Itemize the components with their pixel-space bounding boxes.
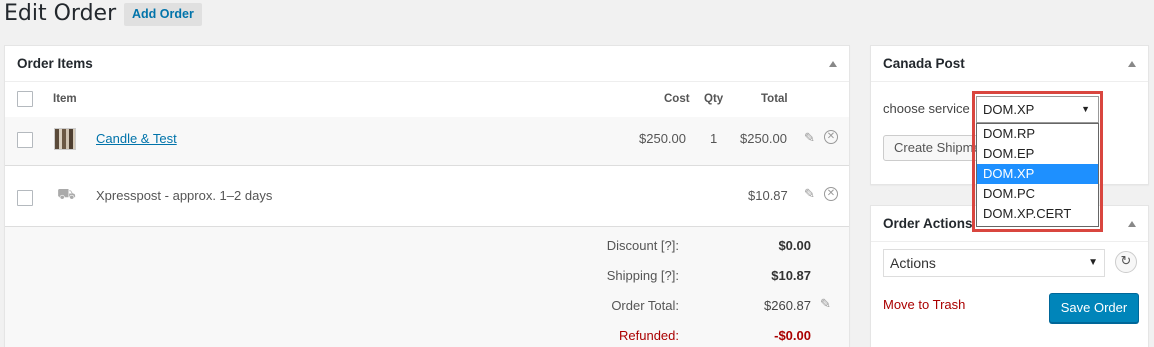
truck-icon: ⛟ <box>57 186 76 203</box>
items-table-header: Item Cost Qty Total <box>5 82 849 117</box>
shipping-label: Shipping [?]: <box>606 268 679 283</box>
shipping-total: $10.87 <box>748 188 788 203</box>
shipping-name: Xpresspost - approx. 1–2 days <box>96 188 273 203</box>
order-total-label: Order Total: <box>611 298 679 313</box>
remove-icon[interactable]: ✕ <box>824 130 838 144</box>
edit-total-pencil-icon[interactable]: ✎ <box>820 296 831 312</box>
service-select[interactable]: DOM.XP ▼ <box>976 96 1099 123</box>
item-checkbox[interactable] <box>17 132 33 148</box>
discount-label: Discount [?]: <box>606 238 679 253</box>
refunded-label: Refunded: <box>619 328 679 343</box>
shipping-row: ⛟ Xpresspost - approx. 1–2 days $10.87 ✎… <box>5 176 849 226</box>
item-cost: $250.00 <box>639 131 686 146</box>
order-items-title: Order Items <box>5 46 849 82</box>
actions-select-value: Actions <box>890 255 936 271</box>
service-option[interactable]: DOM.XP.CERT <box>977 204 1098 224</box>
item-total: $250.00 <box>740 131 787 146</box>
select-all-checkbox[interactable] <box>17 91 33 107</box>
collapse-arrow-icon[interactable] <box>829 61 837 67</box>
edit-pencil-icon[interactable]: ✎ <box>804 130 815 146</box>
apply-action-icon[interactable]: ↻ <box>1115 251 1137 273</box>
page-title: Edit Order <box>4 1 117 26</box>
order-total-value: $260.87 <box>764 298 811 313</box>
collapse-arrow-icon[interactable] <box>1128 221 1136 227</box>
choose-service-label: choose service <box>883 101 970 116</box>
collapse-arrow-icon[interactable] <box>1128 61 1136 67</box>
service-options-list: DOM.RP DOM.EP DOM.XP DOM.PC DOM.XP.CERT <box>976 123 1099 227</box>
save-order-button[interactable]: Save Order <box>1049 293 1139 323</box>
order-items-box: Order Items Item Cost Qty Total Candle &… <box>4 45 850 347</box>
table-row: Candle & Test $250.00 1 $250.00 ✎ ✕ <box>5 117 849 166</box>
item-name-link[interactable]: Candle & Test <box>96 131 177 146</box>
service-option[interactable]: DOM.EP <box>977 144 1098 164</box>
discount-value: $0.00 <box>778 238 811 253</box>
add-order-button[interactable]: Add Order <box>124 3 202 26</box>
canada-post-title: Canada Post <box>871 46 1148 82</box>
service-option-selected[interactable]: DOM.XP <box>977 164 1098 184</box>
refunded-value: -$0.00 <box>774 328 811 343</box>
order-totals: Discount [?]: $0.00 Shipping [?]: $10.87… <box>5 226 849 347</box>
shipping-value: $10.87 <box>771 268 811 283</box>
item-qty: 1 <box>710 131 718 146</box>
col-item: Item <box>53 93 77 105</box>
order-actions-select[interactable]: Actions ▼ <box>883 249 1105 277</box>
col-qty: Qty <box>704 93 724 105</box>
col-total: Total <box>761 93 788 105</box>
product-thumbnail <box>54 128 76 150</box>
service-option[interactable]: DOM.RP <box>977 124 1098 144</box>
chevron-down-icon: ▼ <box>1081 104 1090 114</box>
service-select-value: DOM.XP <box>983 102 1035 117</box>
col-cost: Cost <box>664 93 690 105</box>
remove-icon[interactable]: ✕ <box>824 187 838 201</box>
edit-pencil-icon[interactable]: ✎ <box>804 186 815 202</box>
shipping-checkbox[interactable] <box>17 190 33 206</box>
service-option[interactable]: DOM.PC <box>977 184 1098 204</box>
chevron-down-icon: ▼ <box>1088 257 1098 268</box>
move-to-trash-link[interactable]: Move to Trash <box>883 297 965 312</box>
